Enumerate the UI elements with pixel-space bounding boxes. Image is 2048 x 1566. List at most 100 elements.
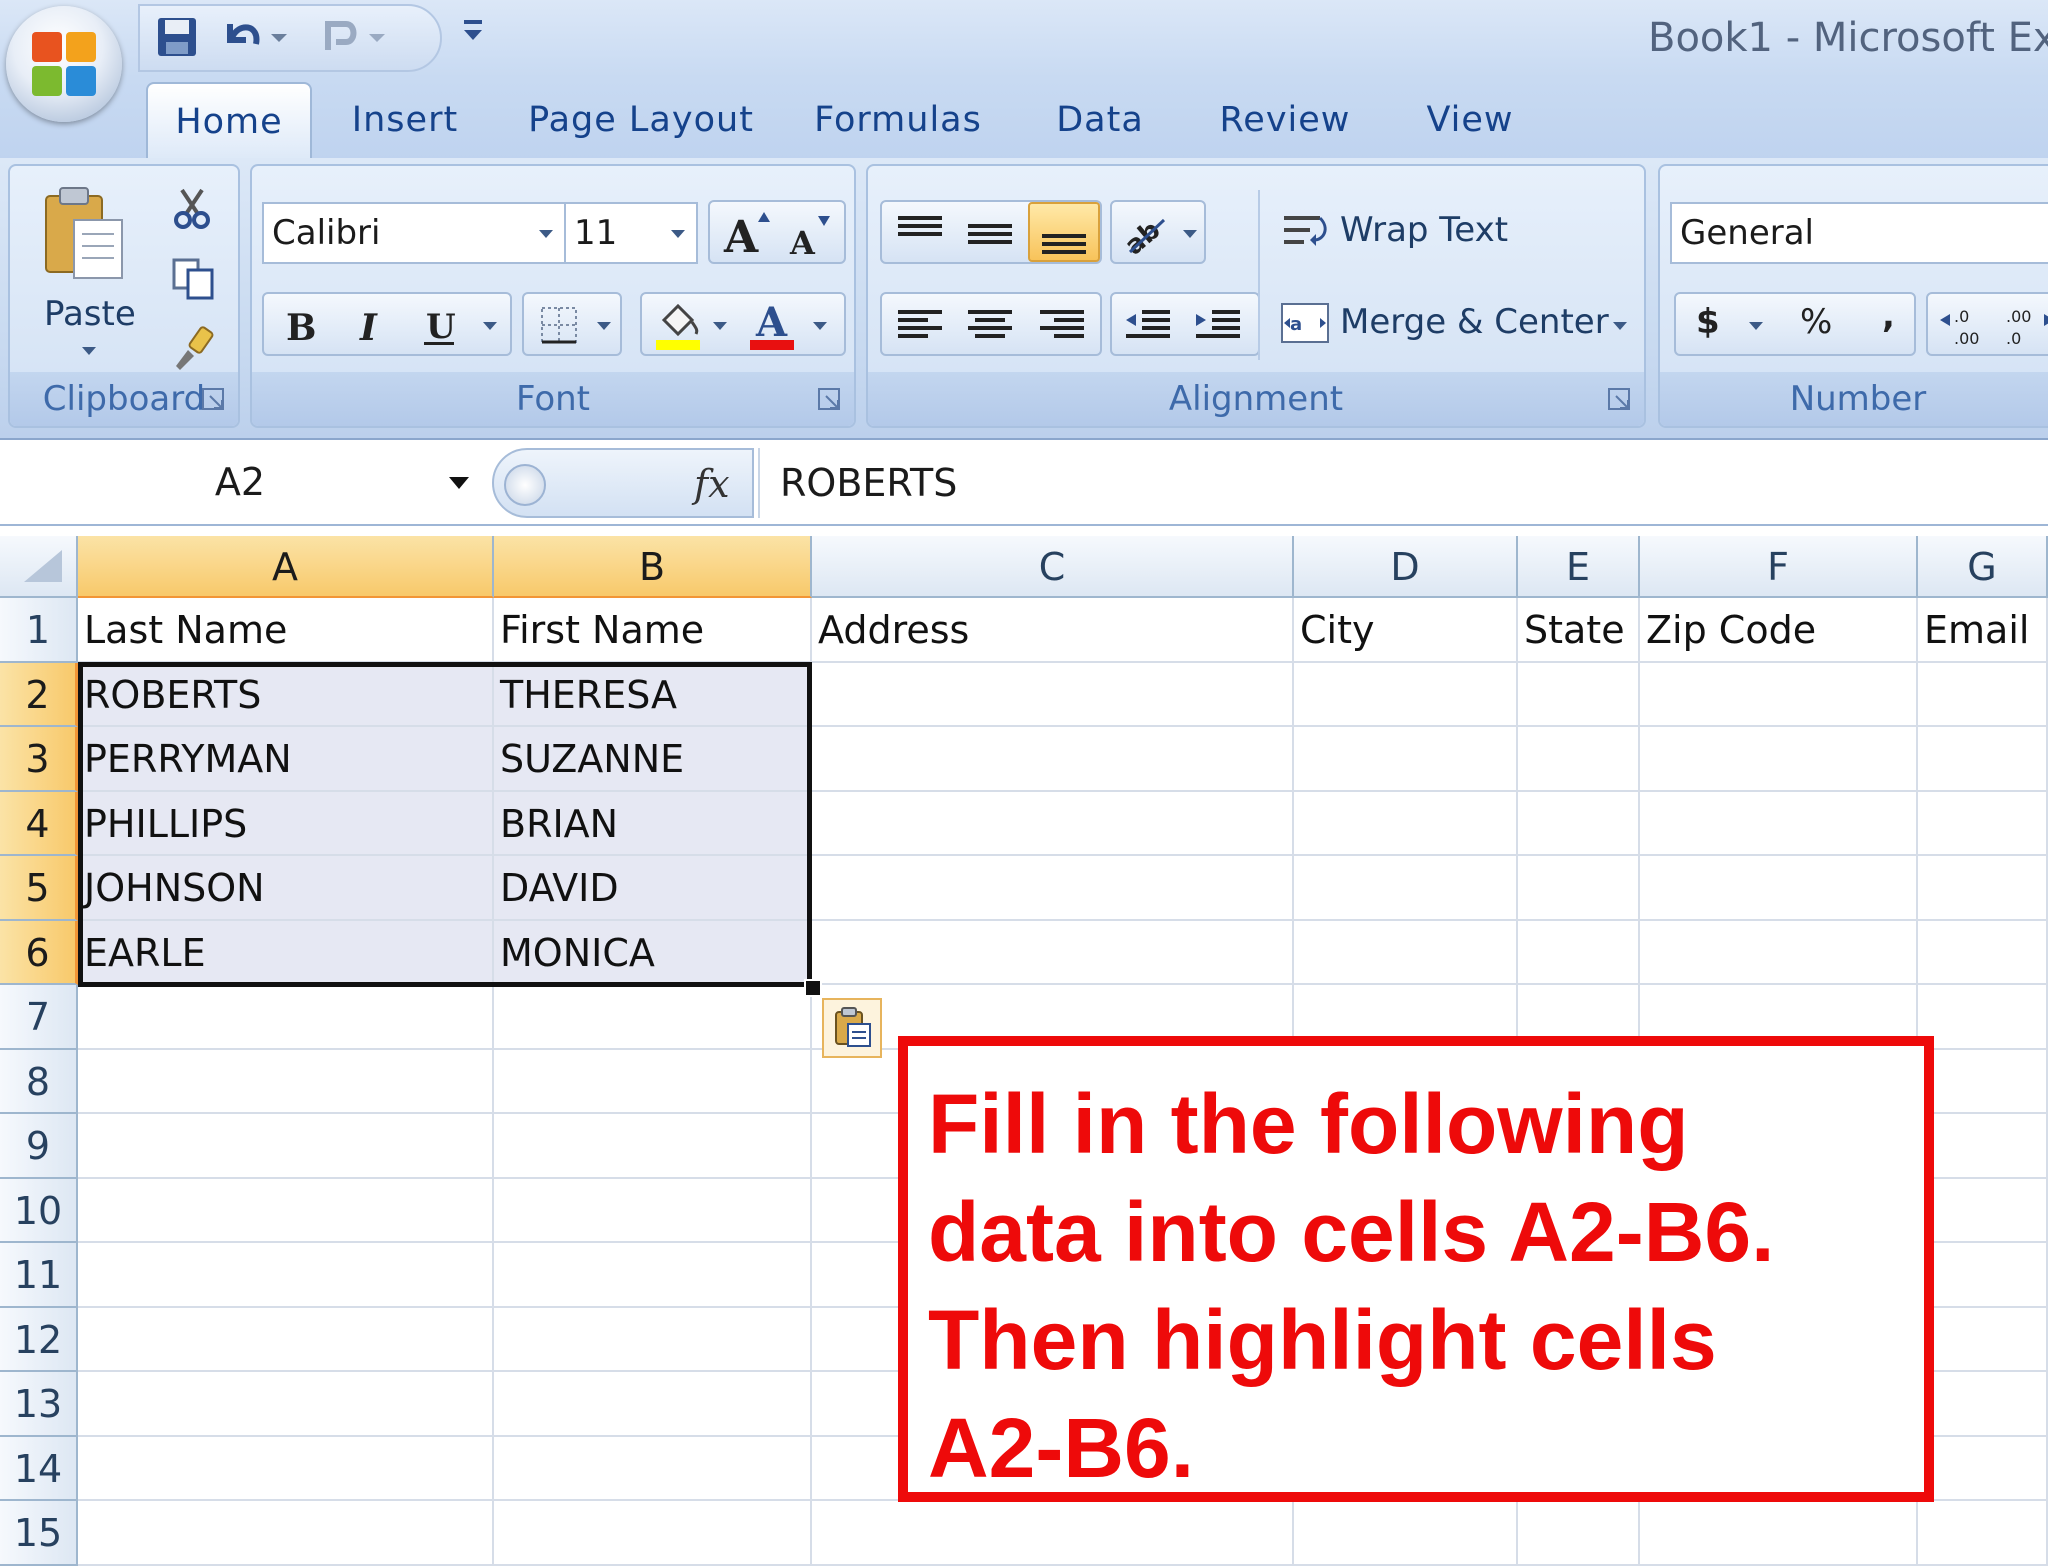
cell-g13[interactable] (1918, 1372, 2048, 1437)
undo-icon[interactable] (220, 14, 266, 60)
cell-f3[interactable] (1640, 727, 1918, 792)
row-header-8[interactable]: 8 (0, 1049, 78, 1114)
office-button[interactable] (6, 6, 122, 122)
tab-data[interactable]: Data (1040, 82, 1160, 158)
orientation-dropdown-icon[interactable] (1178, 222, 1202, 246)
tab-insert[interactable]: Insert (340, 82, 470, 158)
cell-b9[interactable] (494, 1114, 812, 1179)
tab-review[interactable]: Review (1210, 82, 1360, 158)
grow-font-icon[interactable]: A (720, 208, 772, 258)
tab-formulas[interactable]: Formulas (808, 82, 988, 158)
cell-c1[interactable]: Address (812, 598, 1294, 663)
save-icon[interactable] (154, 14, 200, 60)
row-header-1[interactable]: 1 (0, 598, 78, 663)
percent-button[interactable]: % (1800, 302, 1832, 342)
cell-d5[interactable] (1294, 856, 1518, 921)
cell-c6[interactable] (812, 920, 1294, 985)
cell-b14[interactable] (494, 1436, 812, 1501)
font-color-icon[interactable]: A (746, 298, 798, 354)
cut-icon[interactable] (170, 186, 214, 230)
cell-g2[interactable] (1918, 662, 2048, 727)
increase-decimal-icon[interactable]: .0 .00 (1936, 300, 1992, 350)
wrap-text-label[interactable]: Wrap Text (1340, 210, 1508, 250)
row-header-15[interactable]: 15 (0, 1501, 78, 1566)
row-header-7[interactable]: 7 (0, 985, 78, 1050)
cell-a11[interactable] (78, 1243, 494, 1308)
row-header-10[interactable]: 10 (0, 1178, 78, 1243)
column-header-e[interactable]: E (1518, 536, 1640, 598)
cell-g11[interactable] (1918, 1243, 2048, 1308)
decrease-decimal-icon[interactable]: .00 .0 (2000, 300, 2048, 350)
cell-e15[interactable] (1518, 1501, 1640, 1566)
name-box[interactable]: A2 (0, 452, 480, 512)
font-color-dropdown-icon[interactable] (808, 314, 832, 338)
number-format-combo[interactable]: General (1670, 202, 2048, 264)
cell-b12[interactable] (494, 1307, 812, 1372)
cell-e2[interactable] (1518, 662, 1640, 727)
shrink-font-icon[interactable]: A (784, 212, 836, 258)
cell-d15[interactable] (1294, 1501, 1518, 1566)
row-header-13[interactable]: 13 (0, 1372, 78, 1437)
cell-a3[interactable]: PERRYMAN (78, 727, 494, 792)
cell-a15[interactable] (78, 1501, 494, 1566)
tab-page-layout[interactable]: Page Layout (526, 82, 756, 158)
cell-f5[interactable] (1640, 856, 1918, 921)
cell-b15[interactable] (494, 1501, 812, 1566)
cell-d1[interactable]: City (1294, 598, 1518, 663)
select-all-button[interactable] (0, 536, 78, 598)
paste-label[interactable]: Paste (44, 294, 136, 334)
cell-e5[interactable] (1518, 856, 1640, 921)
cell-d2[interactable] (1294, 662, 1518, 727)
cell-b5[interactable]: DAVID (494, 856, 812, 921)
cell-f6[interactable] (1640, 920, 1918, 985)
paste-options-button[interactable] (822, 998, 882, 1058)
row-header-14[interactable]: 14 (0, 1436, 78, 1501)
cell-a7[interactable] (78, 985, 494, 1050)
cell-g9[interactable] (1918, 1114, 2048, 1179)
align-bottom-button[interactable] (1028, 202, 1100, 262)
column-header-g[interactable]: G (1918, 536, 2048, 598)
borders-icon[interactable] (534, 300, 584, 350)
cell-b2[interactable]: THERESA (494, 662, 812, 727)
cell-a12[interactable] (78, 1307, 494, 1372)
currency-button[interactable]: $ (1696, 302, 1720, 342)
copy-icon[interactable] (170, 256, 216, 302)
insert-function-button[interactable]: fx (694, 456, 744, 512)
cell-b4[interactable]: BRIAN (494, 791, 812, 856)
paste-dropdown-icon[interactable] (80, 344, 98, 358)
underline-dropdown-icon[interactable] (478, 314, 502, 338)
fill-color-dropdown-icon[interactable] (708, 314, 732, 338)
cell-a5[interactable]: JOHNSON (78, 856, 494, 921)
row-header-4[interactable]: 4 (0, 791, 78, 856)
cell-c15[interactable] (812, 1501, 1294, 1566)
cell-a13[interactable] (78, 1372, 494, 1437)
cell-b1[interactable]: First Name (494, 598, 812, 663)
cell-a9[interactable] (78, 1114, 494, 1179)
cell-b7[interactable] (494, 985, 812, 1050)
bold-icon[interactable]: B (274, 300, 324, 350)
font-dialog-launcher-icon[interactable] (816, 386, 844, 414)
cell-a10[interactable] (78, 1178, 494, 1243)
cell-g6[interactable] (1918, 920, 2048, 985)
align-center-icon[interactable] (960, 300, 1020, 350)
align-left-icon[interactable] (890, 300, 950, 350)
merge-center-label[interactable]: Merge & Center (1340, 302, 1609, 342)
redo-dropdown-icon[interactable] (364, 14, 390, 60)
cell-g3[interactable] (1918, 727, 2048, 792)
undo-dropdown-icon[interactable] (266, 14, 292, 60)
cell-g10[interactable] (1918, 1178, 2048, 1243)
align-right-icon[interactable] (1032, 300, 1092, 350)
cell-e1[interactable]: State (1518, 598, 1640, 663)
row-header-2[interactable]: 2 (0, 662, 78, 727)
wrap-text-icon[interactable] (1280, 210, 1330, 256)
cell-g12[interactable] (1918, 1307, 2048, 1372)
cell-e6[interactable] (1518, 920, 1640, 985)
italic-icon[interactable]: I (344, 300, 394, 350)
alignment-dialog-launcher-icon[interactable] (1606, 386, 1634, 414)
currency-dropdown-icon[interactable] (1744, 314, 1768, 338)
font-size-dropdown-icon[interactable] (666, 222, 690, 246)
cell-f1[interactable]: Zip Code (1640, 598, 1918, 663)
borders-dropdown-icon[interactable] (592, 314, 616, 338)
align-middle-icon[interactable] (960, 208, 1020, 258)
merge-center-dropdown-icon[interactable] (1608, 314, 1632, 338)
